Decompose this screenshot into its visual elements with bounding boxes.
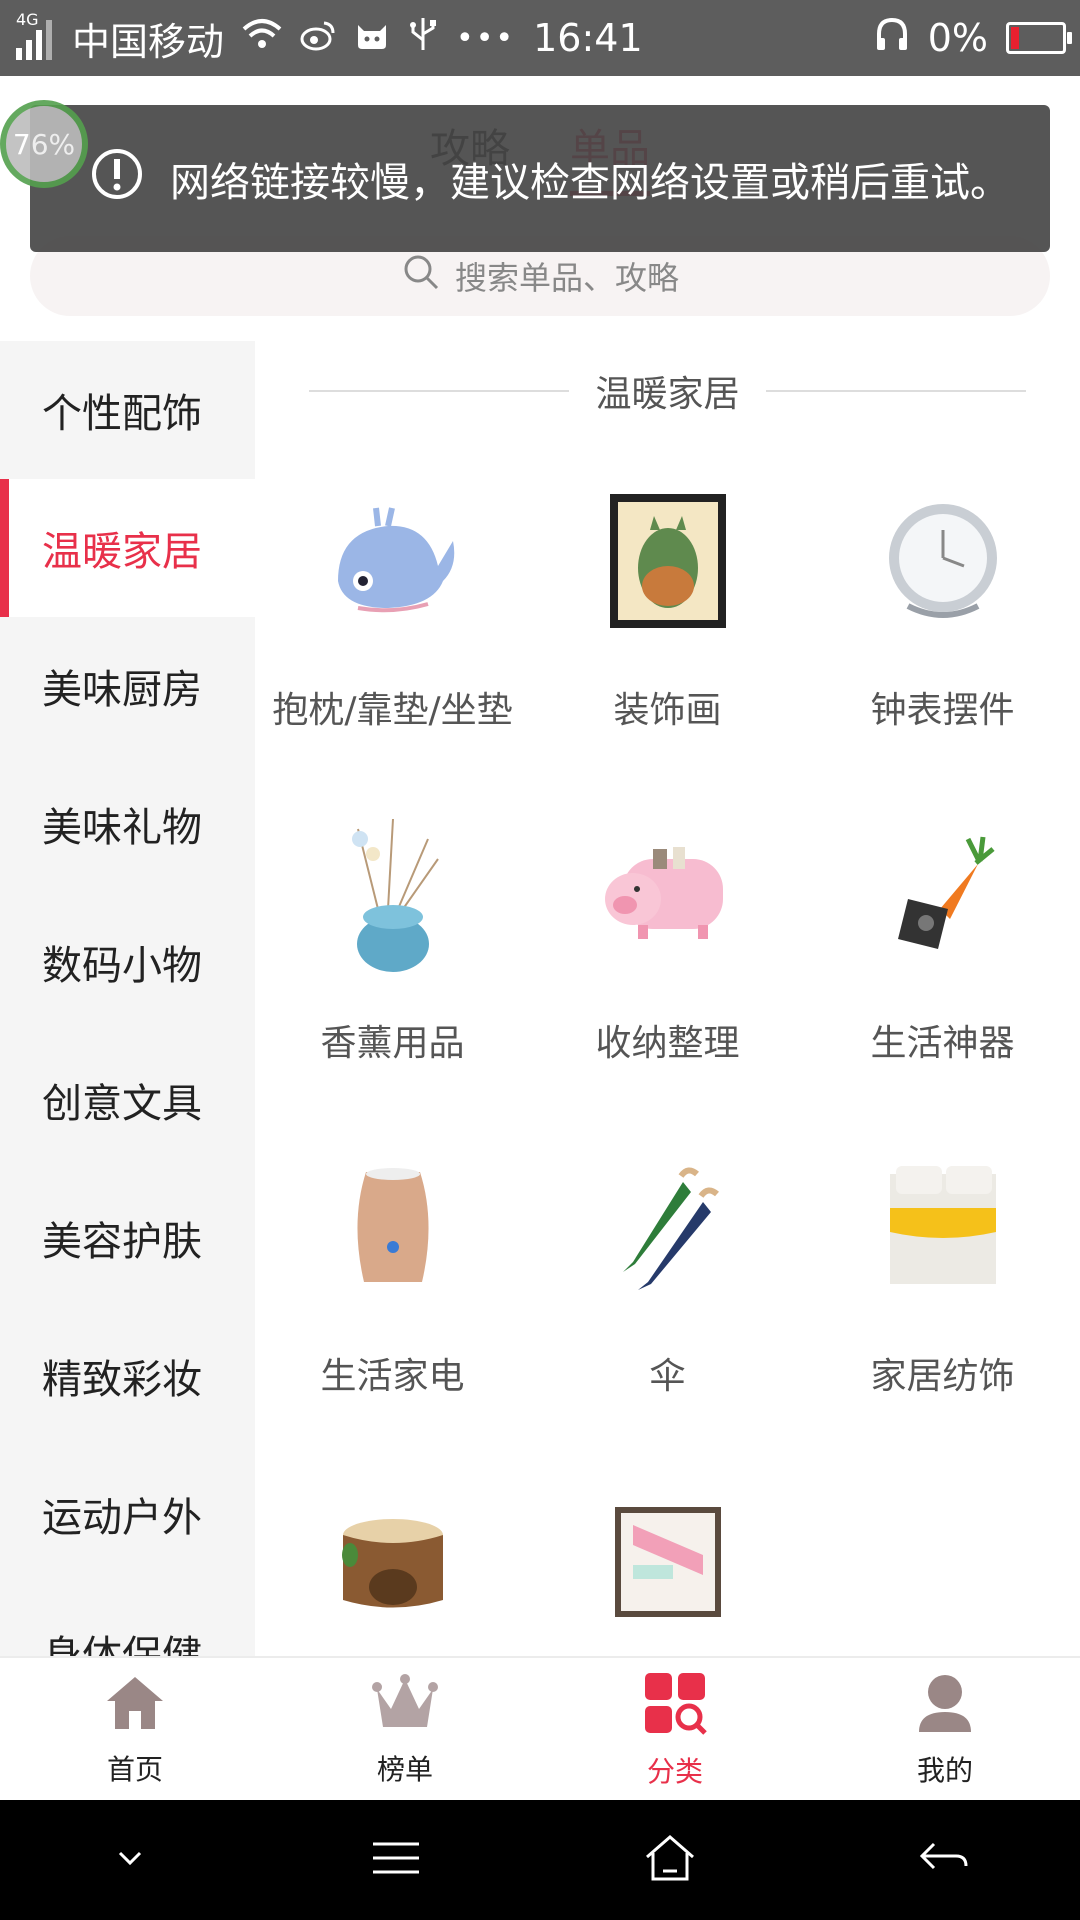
nav-ranking[interactable]: 榜单 [270,1658,540,1802]
category-cell[interactable]: 钟表摆件 [805,431,1080,764]
nav-category[interactable]: 分类 [540,1658,810,1802]
pig-organizer-icon [578,804,758,984]
category-label: 装饰画 [613,690,722,731]
floating-performance-badge[interactable]: 76% [0,100,88,188]
home-icon [103,1673,167,1740]
sidebar-item-kitchen[interactable]: 美味厨房 [0,617,255,755]
category-label: 家居纺饰 [870,1356,1015,1397]
category-grid: 抱枕/靠垫/坐垫 装饰画 钟表摆件 香薰用品 收纳整理 生活神器 生活家电 伞 … [255,431,1080,1656]
network-type: 4G [16,10,39,29]
section-title: 温暖家居 [595,374,740,415]
crown-icon [371,1673,439,1740]
category-cell[interactable]: 家居纺饰 [805,1097,1080,1430]
menu-icon[interactable] [369,1838,423,1882]
carrot-sharpener-icon [853,804,1033,984]
headphone-icon [874,16,910,61]
category-label: 伞 [649,1356,686,1397]
framed-painting-icon [578,471,758,651]
category-cell[interactable]: 伞 [530,1097,805,1430]
aroma-diffuser-icon [303,804,483,984]
back-icon[interactable] [916,1838,970,1882]
category-label: 香薰用品 [320,1023,465,1064]
category-label: 钟表摆件 [870,690,1015,731]
sidebar-item-makeup[interactable]: 精致彩妆 [0,1307,255,1445]
chevron-down-icon[interactable] [110,1843,150,1877]
search-icon [401,252,441,300]
status-bar: 4G 中国移动 ••• 16:41 0% [0,0,1080,76]
nav-label: 分类 [646,1754,703,1788]
battery-percent: 0% [927,16,988,60]
badge-percent: 76% [12,127,76,161]
cat-app-icon [354,16,390,60]
category-label: 收纳整理 [595,1023,740,1064]
sidebar-item-health[interactable]: 身体保健 [0,1583,255,1656]
umbrellas-icon [578,1137,758,1317]
sidebar-item-skincare[interactable]: 美容护肤 [0,1169,255,1307]
weibo-icon [300,16,336,60]
system-home-icon[interactable] [643,1833,697,1887]
category-sidebar: 个性配饰 温暖家居 美味厨房 美味礼物 数码小物 创意文具 美容护肤 精致彩妆 … [0,341,255,1656]
nav-profile[interactable]: 我的 [810,1658,1080,1802]
nav-label: 榜单 [376,1752,433,1786]
whale-pillow-icon [303,471,483,651]
sidebar-item-accessories[interactable]: 个性配饰 [0,341,255,479]
nav-label: 首页 [106,1752,163,1786]
sidebar-item-stationery[interactable]: 创意文具 [0,1031,255,1169]
battery-icon [1006,22,1072,54]
sidebar-item-food-gifts[interactable]: 美味礼物 [0,755,255,893]
network-warning-toast: 网络链接较慢，建议检查网络设置或稍后重试。 [30,105,1050,252]
sidebar-item-outdoor[interactable]: 运动户外 [0,1445,255,1583]
desk-clock-icon [853,471,1033,651]
category-icon [643,1671,707,1742]
alert-icon [90,147,144,211]
category-label: 生活家电 [320,1356,465,1397]
category-cell[interactable] [255,1430,530,1656]
category-label: 生活神器 [870,1023,1015,1064]
more-notifications-icon: ••• [456,20,516,56]
profile-icon [915,1672,975,1741]
toast-message: 网络链接较慢，建议检查网络设置或稍后重试。 [170,159,1010,206]
sidebar-item-digital[interactable]: 数码小物 [0,893,255,1031]
signal-icon: 4G [14,10,54,60]
category-content: 温暖家居 抱枕/靠垫/坐垫 装饰画 钟表摆件 香薰用品 收纳整理 生活神器 生活… [255,341,1080,1656]
bottom-navigation: 首页 榜单 分类 我的 [0,1656,1080,1802]
nav-label: 我的 [916,1753,973,1787]
category-cell[interactable]: 生活神器 [805,764,1080,1097]
boxed-blanket-icon [578,1470,758,1650]
category-cell[interactable]: 装饰画 [530,431,805,764]
bedding-icon [853,1137,1033,1317]
category-label: 抱枕/靠垫/坐垫 [272,690,513,731]
search-placeholder: 搜索单品、攻略 [454,259,679,297]
pet-house-icon [303,1470,483,1650]
carrier-name: 中国移动 [72,19,225,64]
sidebar-item-home[interactable]: 温暖家居 [0,479,255,617]
usb-icon [408,16,438,61]
category-cell[interactable]: 收纳整理 [530,764,805,1097]
category-cell[interactable]: 生活家电 [255,1097,530,1430]
nav-home[interactable]: 首页 [0,1658,270,1802]
clock-time: 16:41 [533,16,643,60]
section-header: 温暖家居 [255,361,1080,421]
category-cell[interactable]: 抱枕/靠垫/坐垫 [255,431,530,764]
system-navigation-bar [0,1800,1080,1920]
category-cell[interactable]: 香薰用品 [255,764,530,1097]
wifi-icon [242,16,282,60]
category-cell[interactable] [530,1430,805,1656]
humidifier-icon [303,1137,483,1317]
